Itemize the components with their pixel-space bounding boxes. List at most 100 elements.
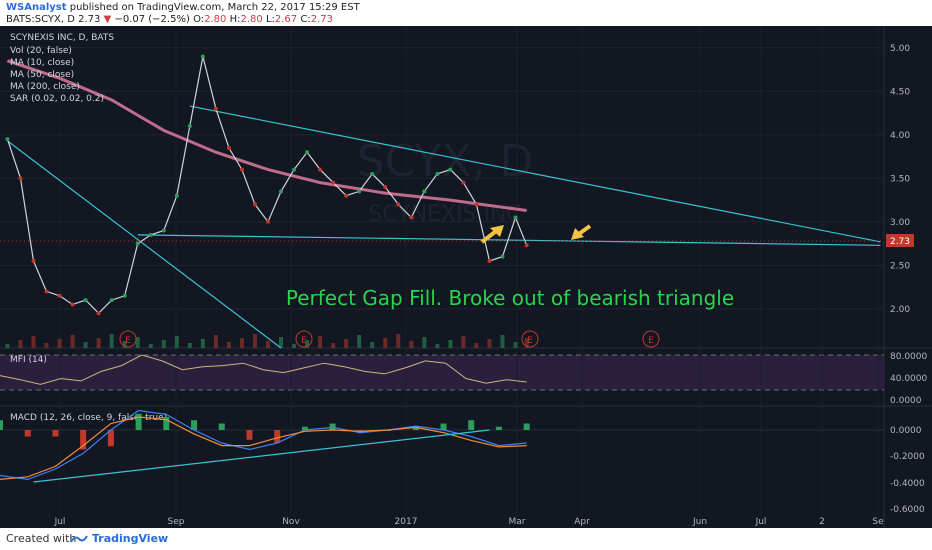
price-point <box>344 193 349 198</box>
legend-line[interactable]: MA (200, close) <box>10 82 80 92</box>
histogram-bar <box>0 420 3 430</box>
price-tick-label: 5.00 <box>890 44 910 54</box>
volume-bar <box>318 336 323 348</box>
chart-header: WSAnalyst published on TradingView.com, … <box>0 0 932 26</box>
time-tick-label: Jul <box>755 517 767 527</box>
price-point <box>383 185 388 189</box>
volume-bar <box>57 339 62 348</box>
legend-line[interactable]: SAR (0.02, 0.02, 0.2) <box>10 94 104 104</box>
chart-area[interactable]: SCYX, D SCYNEXIS INC E E E E Perfect Gap… <box>0 26 932 528</box>
macd-tick: 0.0000 <box>890 426 922 436</box>
time-tick-label: Mar <box>509 517 526 527</box>
price-point <box>513 215 518 220</box>
histogram-bar <box>440 423 447 430</box>
price-axis-ticks: 5.00 4.50 4.00 3.50 3.00 2.50 2.00 <box>890 44 910 315</box>
tradingview-logo-icon <box>70 535 88 543</box>
volume-bar <box>265 341 270 348</box>
price-point <box>500 254 505 259</box>
legend-line[interactable]: MA (10, close) <box>10 58 74 68</box>
volume-bar <box>396 334 401 348</box>
open-label: O: <box>193 14 205 25</box>
price-point <box>331 180 336 185</box>
time-tick-label: 2 <box>819 517 825 527</box>
volume-bar <box>435 344 440 348</box>
mfi-tick: 80.0000 <box>890 352 927 362</box>
published-text: published on TradingView.com, March 22, … <box>69 2 360 13</box>
volume-bars <box>5 334 529 348</box>
price-point <box>524 243 529 248</box>
time-tick-label: Jun <box>692 517 707 527</box>
volume-bar <box>461 336 466 348</box>
price-point <box>96 311 101 316</box>
price-tick-label: 2.00 <box>890 305 910 315</box>
price-point <box>252 202 257 207</box>
volume-bar <box>70 335 75 348</box>
volume-bar <box>148 344 153 348</box>
price-point <box>187 124 192 129</box>
price-point <box>174 193 179 198</box>
volume-bar <box>109 334 114 348</box>
indicator-legend[interactable]: SCYNEXIS INC, D, BATS Vol (20, false) MA… <box>10 33 114 104</box>
volume-bar <box>474 343 479 348</box>
price-point <box>135 241 140 246</box>
close-label: C: <box>300 14 311 25</box>
price-point <box>370 171 375 176</box>
price-tick-label: 4.00 <box>890 131 910 141</box>
price-point <box>31 258 36 263</box>
low-value: 2.67 <box>274 14 298 25</box>
legend-line[interactable]: Vol (20, false) <box>10 46 72 56</box>
volume-bar <box>344 339 349 348</box>
low-label: L: <box>265 14 275 25</box>
volume-bar <box>409 341 414 348</box>
volume-bar <box>18 340 23 348</box>
price-point <box>435 171 440 176</box>
signal-line <box>0 416 527 480</box>
trendline[interactable] <box>7 140 282 349</box>
price-point <box>213 106 218 111</box>
histogram-bar <box>52 430 59 437</box>
volume-bar <box>422 337 427 348</box>
volume-bar <box>226 342 231 348</box>
histogram-bar <box>523 423 530 430</box>
earnings-markers[interactable]: E E E E <box>119 330 660 348</box>
volume-bar <box>252 334 257 348</box>
volume-bar <box>370 342 375 348</box>
price-point <box>357 189 362 194</box>
mfi-label[interactable]: MFI (14) <box>10 355 47 365</box>
price-point <box>18 176 23 181</box>
price-grid <box>0 26 884 516</box>
volume-bar <box>200 339 205 348</box>
last-price: 2.73 <box>78 14 101 25</box>
volume-bar <box>331 343 336 348</box>
chart-svg[interactable]: SCYX, D SCYNEXIS INC E E E E Perfect Gap… <box>0 26 932 528</box>
volume-bar <box>448 340 453 348</box>
volume-bar <box>161 340 166 348</box>
volume-bar <box>500 335 505 348</box>
price-tick-label: 3.50 <box>890 174 910 184</box>
tradingview-link[interactable]: TradingView <box>92 532 168 545</box>
author-link[interactable]: WSAnalyst <box>6 2 67 13</box>
time-tick-label: Se <box>872 517 884 527</box>
price-point <box>44 289 49 294</box>
volume-bar <box>96 338 101 348</box>
volume-bar <box>239 338 244 348</box>
volume-bar <box>513 342 518 348</box>
price-point <box>474 202 479 207</box>
price-point <box>396 202 401 207</box>
price-point <box>57 293 62 298</box>
volume-bar <box>5 344 10 348</box>
price-point <box>409 215 414 220</box>
histogram-bar <box>218 423 225 430</box>
footer: Created with TradingView <box>0 528 932 550</box>
price-point <box>265 219 270 224</box>
volume-bar <box>357 335 362 348</box>
price-point <box>318 167 323 172</box>
macd-tick: -0.2000 <box>890 452 925 462</box>
change-value: −0.07 (−2.5%) <box>114 14 190 25</box>
histogram-bar <box>24 430 31 437</box>
annotation-text[interactable]: Perfect Gap Fill. Broke out of bearish t… <box>286 286 734 310</box>
time-tick-label: Sep <box>168 517 185 527</box>
price-point <box>109 298 114 303</box>
legend-line[interactable]: MA (50, close) <box>10 70 74 80</box>
volume-bar <box>213 335 218 348</box>
